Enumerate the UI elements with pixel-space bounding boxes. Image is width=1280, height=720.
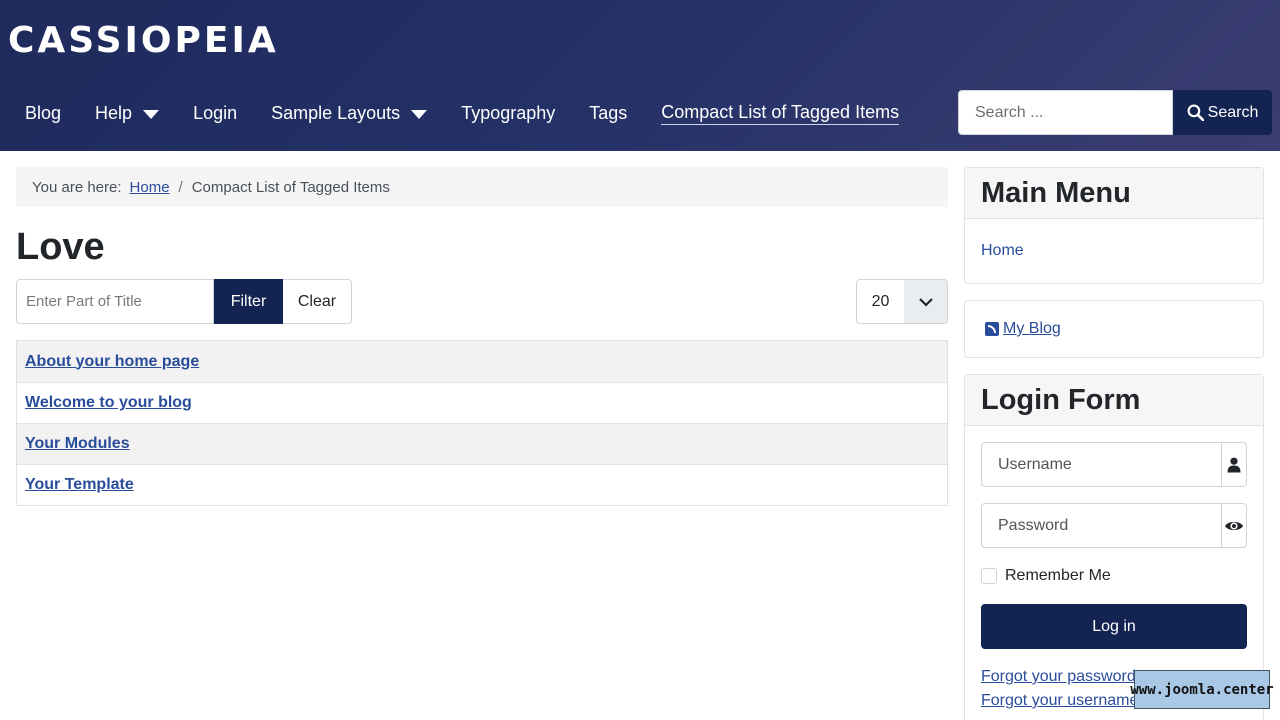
site-header: CASSIOPEIA Blog Help Login Sample Layout… <box>0 0 1280 151</box>
username-field[interactable] <box>981 442 1222 487</box>
eye-icon[interactable] <box>1222 503 1247 548</box>
filter-input[interactable] <box>16 279 214 324</box>
password-group <box>981 503 1247 548</box>
clear-button[interactable]: Clear <box>283 279 352 324</box>
user-icon <box>1222 442 1247 487</box>
limit-value: 20 <box>871 292 890 310</box>
login-button[interactable]: Log in <box>981 604 1247 649</box>
limit-select[interactable]: 20 <box>856 279 948 324</box>
table-row: About your home page <box>17 341 947 382</box>
forgot-username-link[interactable]: Forgot your username? <box>981 692 1147 710</box>
search-form: Search <box>958 90 1272 135</box>
search-button-label: Search <box>1207 103 1259 121</box>
filter-bar: Filter Clear <box>16 279 352 324</box>
search-input[interactable] <box>958 90 1173 135</box>
blog-feed-module: My Blog <box>964 300 1264 358</box>
breadcrumb: You are here: Home / Compact List of Tag… <box>16 167 948 207</box>
my-blog-link[interactable]: My Blog <box>1003 320 1061 338</box>
main-menu-home-link[interactable]: Home <box>981 242 1024 260</box>
search-button[interactable]: Search <box>1173 90 1272 135</box>
caret-down-icon[interactable] <box>411 109 428 119</box>
password-field[interactable] <box>981 503 1222 548</box>
breadcrumb-current: Compact List of Tagged Items <box>191 178 390 196</box>
login-form-module: Login Form Remember Me Log in Forgot you… <box>964 374 1264 720</box>
table-row: Your Template <box>17 464 947 505</box>
nav-item-help[interactable]: Help <box>78 92 176 134</box>
nav-item-typography[interactable]: Typography <box>444 92 572 134</box>
main-menu-title: Main Menu <box>965 168 1263 219</box>
filter-button[interactable]: Filter <box>214 279 283 324</box>
search-icon <box>1187 104 1204 121</box>
item-link[interactable]: Your Template <box>25 476 134 494</box>
breadcrumb-prefix: You are here: <box>32 178 122 196</box>
chevron-down-icon[interactable] <box>904 280 947 323</box>
main-menu-module: Main Menu Home <box>964 167 1264 284</box>
nav-item-login[interactable]: Login <box>176 92 254 134</box>
username-group <box>981 442 1247 487</box>
caret-down-icon[interactable] <box>143 109 160 119</box>
watermark-badge: www.joomla.center <box>1130 670 1274 709</box>
page-title: Love <box>16 226 105 268</box>
remember-me-label: Remember Me <box>1005 567 1111 584</box>
site-brand[interactable]: CASSIOPEIA <box>8 20 279 61</box>
breadcrumb-separator: / <box>178 178 183 196</box>
tagged-items-table: About your home page Welcome to your blo… <box>16 340 948 506</box>
nav-item-compact-list[interactable]: Compact List of Tagged Items <box>644 92 916 134</box>
login-form-title: Login Form <box>965 375 1263 426</box>
rss-icon <box>985 322 999 336</box>
table-row: Your Modules <box>17 423 947 464</box>
item-link[interactable]: Your Modules <box>25 435 130 453</box>
forgot-password-link[interactable]: Forgot your password? <box>981 668 1145 686</box>
main-nav: Blog Help Login Sample Layouts Typograph… <box>8 92 916 134</box>
item-link[interactable]: About your home page <box>25 353 199 371</box>
table-row: Welcome to your blog <box>17 382 947 423</box>
remember-me-checkbox[interactable] <box>981 568 997 584</box>
nav-item-tags[interactable]: Tags <box>572 92 644 134</box>
blog-feed: My Blog <box>985 320 1061 338</box>
nav-item-blog[interactable]: Blog <box>8 92 78 134</box>
breadcrumb-home-link[interactable]: Home <box>130 179 170 196</box>
item-link[interactable]: Welcome to your blog <box>25 394 192 412</box>
nav-item-sample-layouts[interactable]: Sample Layouts <box>254 92 444 134</box>
remember-me: Remember Me <box>981 567 1111 585</box>
